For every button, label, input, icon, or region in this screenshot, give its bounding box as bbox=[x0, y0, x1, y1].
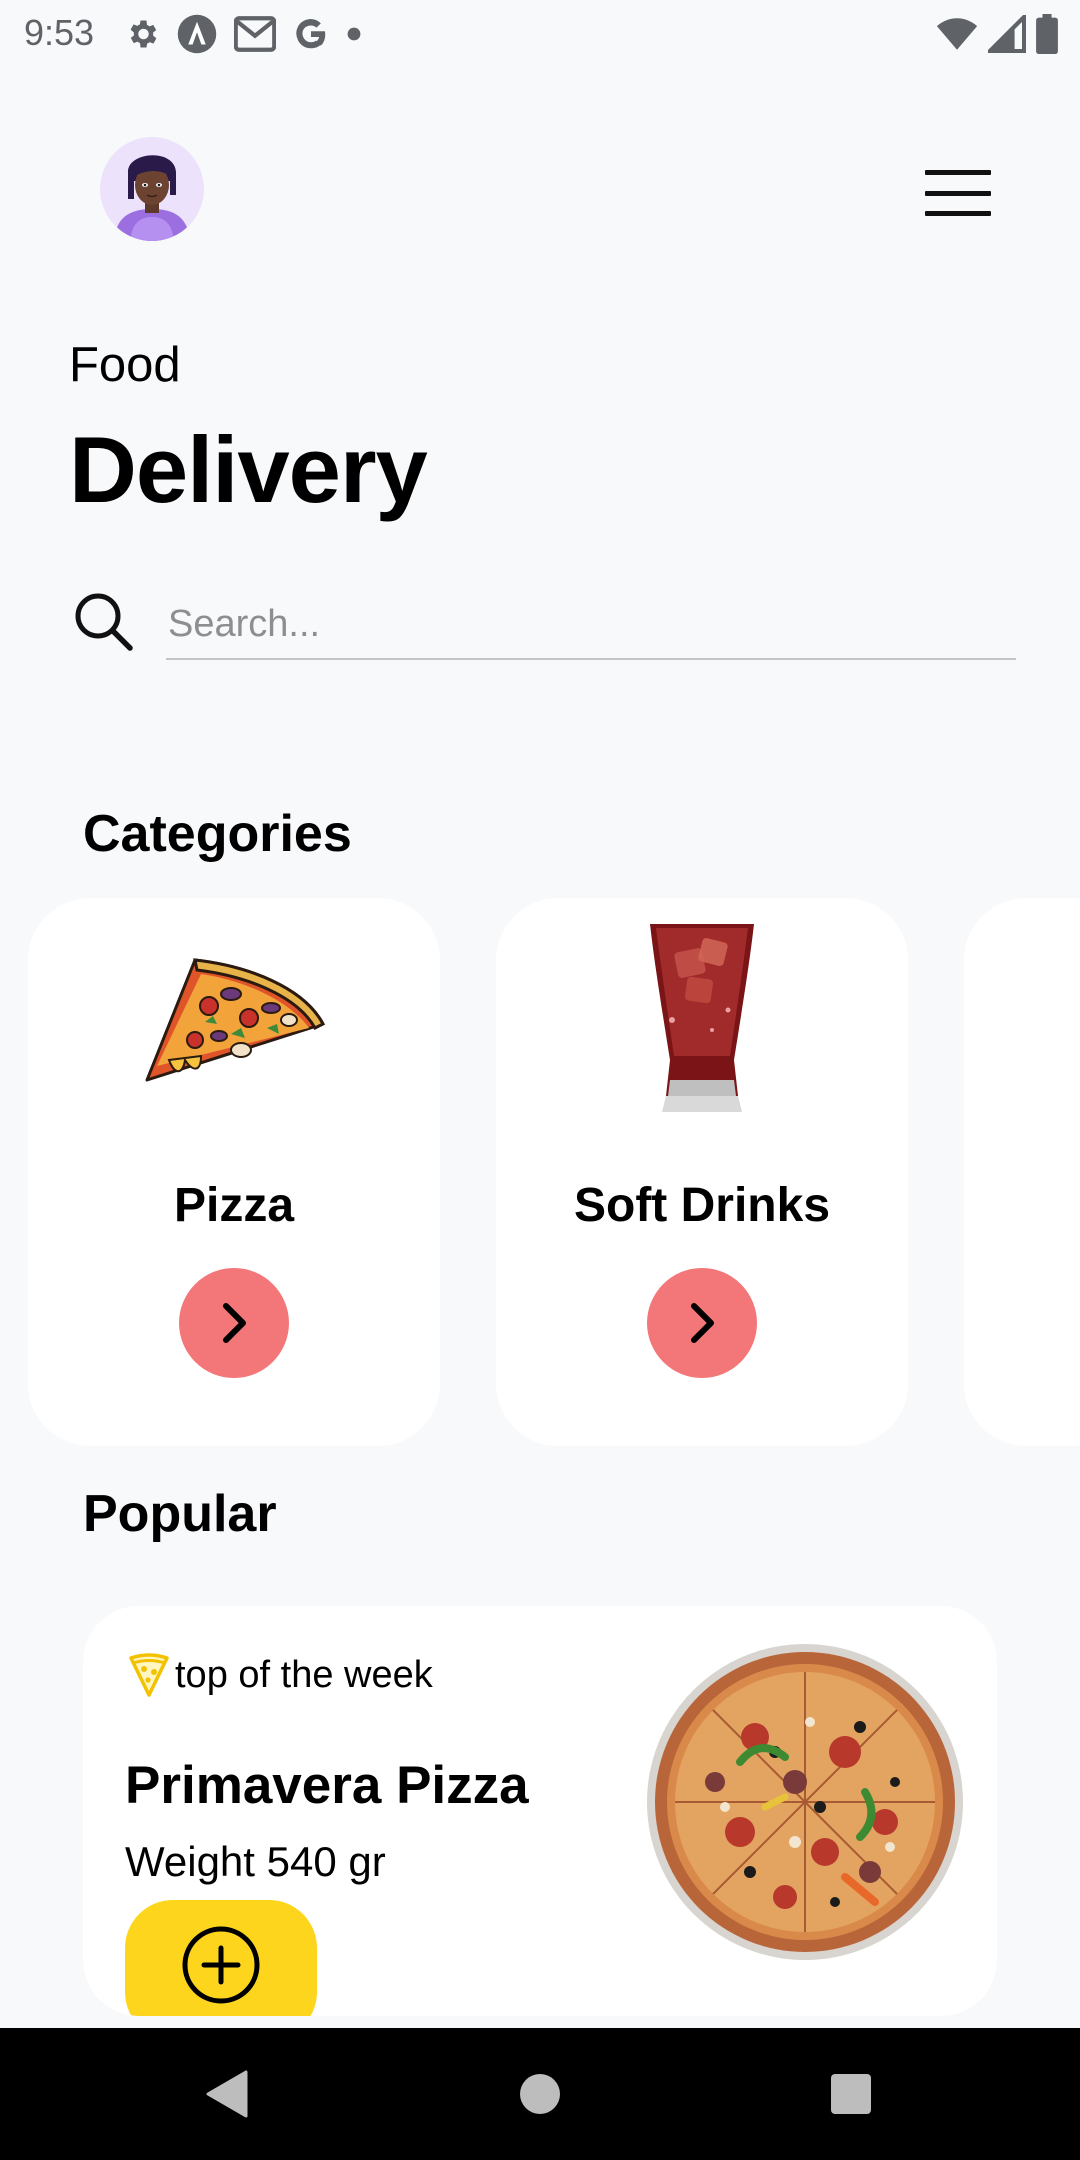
categories-heading: Categories bbox=[83, 805, 352, 863]
popular-heading: Popular bbox=[83, 1485, 277, 1543]
page-subtitle: Food bbox=[69, 338, 181, 392]
settings-gear-icon bbox=[130, 20, 157, 48]
category-card-partial[interactable] bbox=[964, 898, 1080, 1446]
search-input[interactable] bbox=[166, 590, 1016, 660]
system-nav-bar bbox=[0, 2028, 1080, 2160]
android-auto-icon bbox=[177, 14, 217, 54]
soft-drink-glass-icon bbox=[650, 924, 754, 1112]
category-arrow-button[interactable] bbox=[647, 1268, 757, 1378]
home-circle-shape bbox=[520, 2074, 560, 2114]
plus-circle-icon bbox=[182, 1926, 260, 2004]
add-to-cart-button[interactable] bbox=[125, 1900, 317, 2016]
menu-line bbox=[925, 170, 991, 175]
menu-line bbox=[925, 190, 991, 196]
back-icon[interactable] bbox=[198, 2066, 254, 2122]
pizza-photo bbox=[647, 1644, 963, 1960]
hamburger-menu-icon[interactable] bbox=[922, 166, 994, 220]
popular-tag: top of the week bbox=[127, 1652, 433, 1698]
notification-dot-icon bbox=[347, 27, 361, 41]
category-label: Soft Drinks bbox=[573, 1179, 831, 1232]
chevron-right-icon bbox=[223, 1303, 246, 1343]
recents-icon[interactable] bbox=[823, 2066, 879, 2122]
status-time: 9:53 bbox=[24, 12, 95, 53]
home-icon[interactable] bbox=[512, 2066, 568, 2122]
search-icon[interactable] bbox=[72, 590, 136, 654]
google-icon bbox=[296, 19, 326, 49]
category-arrow-button[interactable] bbox=[179, 1268, 289, 1378]
battery-icon bbox=[1036, 14, 1058, 54]
status-icons-left bbox=[124, 12, 362, 56]
category-card-pizza[interactable]: Pizza bbox=[28, 898, 440, 1446]
popular-tag-text: top of the week bbox=[175, 1654, 433, 1696]
back-triangle-shape bbox=[206, 2070, 248, 2118]
cell-signal-icon bbox=[988, 15, 1026, 53]
popular-item-name: Primavera Pizza bbox=[125, 1756, 529, 1815]
avatar-illustration bbox=[114, 155, 190, 241]
category-image-container bbox=[28, 918, 440, 1118]
pizza-slice-icon bbox=[145, 958, 326, 1082]
status-bar: 9:53 bbox=[0, 0, 1080, 66]
popular-item-weight: Weight 540 gr bbox=[125, 1838, 386, 1885]
category-image-container bbox=[496, 918, 908, 1118]
category-card-soft-drinks[interactable]: Soft Drinks bbox=[496, 898, 908, 1446]
chevron-right-icon bbox=[691, 1303, 714, 1343]
status-icons-right bbox=[936, 12, 1058, 56]
category-label: Pizza bbox=[173, 1179, 295, 1232]
user-avatar[interactable] bbox=[100, 137, 204, 241]
wifi-icon bbox=[936, 18, 978, 50]
page-title: Delivery bbox=[69, 417, 428, 522]
gmail-icon bbox=[234, 16, 276, 52]
recents-square-shape bbox=[831, 2074, 871, 2114]
menu-line bbox=[925, 211, 991, 216]
pizza-slice-outline-icon bbox=[129, 1653, 169, 1697]
popular-item-card[interactable]: top of the week Primavera Pizza Weight 5… bbox=[83, 1606, 997, 2016]
